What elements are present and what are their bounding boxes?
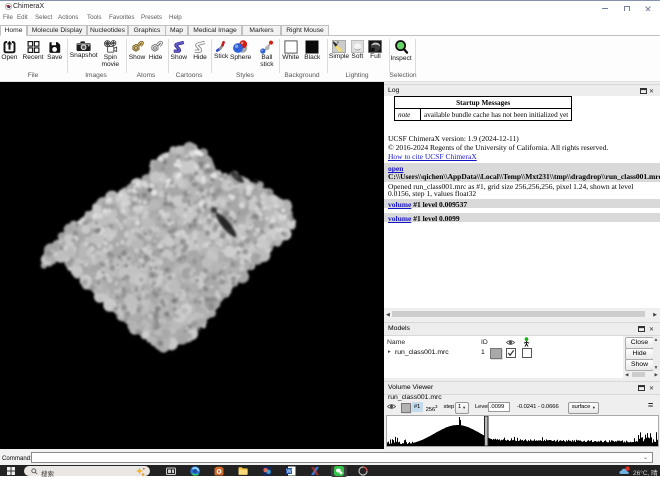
svg-text:W: W (286, 469, 292, 475)
